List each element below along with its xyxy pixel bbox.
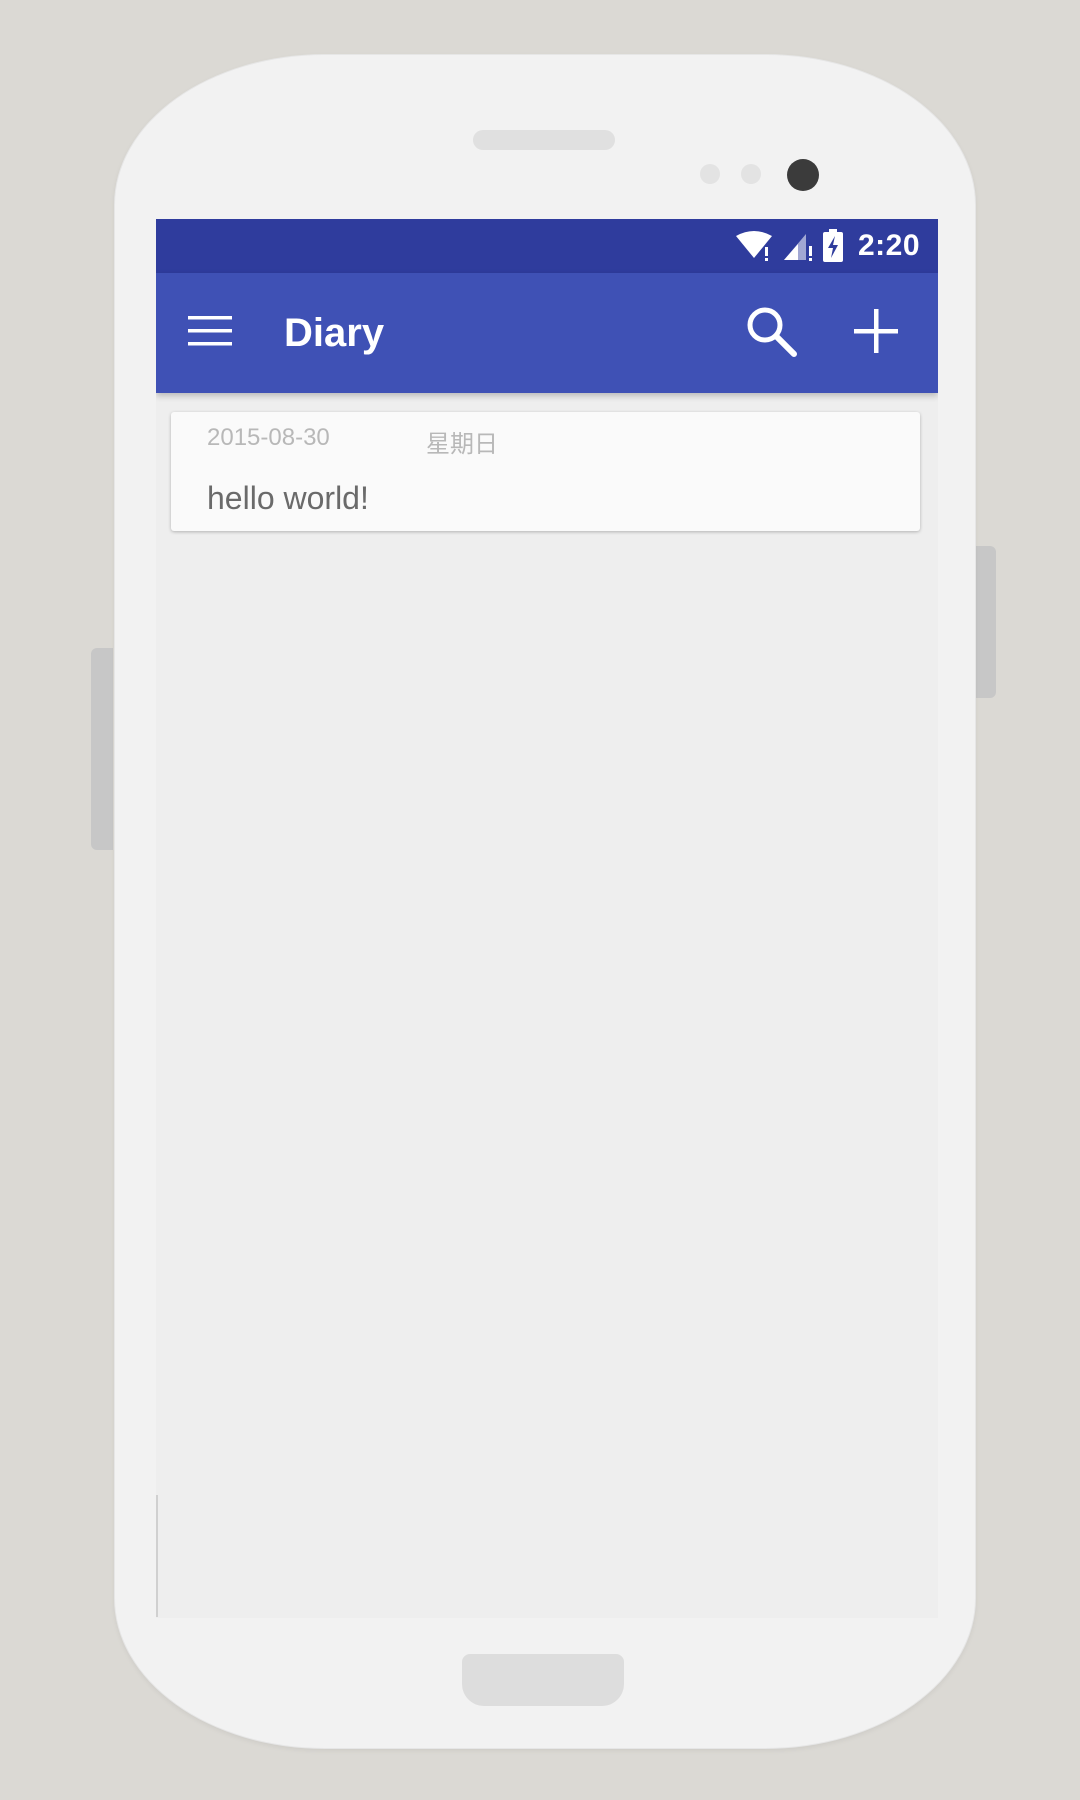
status-icons: 2:20 [734,219,920,273]
entry-date: 2015-08-30 [207,424,330,451]
device-stage: 2:20 Diary 2015-08-30 星期日 hello world! [0,0,1080,1800]
add-entry-button[interactable] [846,303,906,363]
entry-list: 2015-08-30 星期日 hello world! [156,393,938,1618]
menu-button[interactable] [184,307,236,359]
hamburger-menu-icon [188,315,232,351]
front-camera [787,159,819,191]
wifi-icon [734,230,774,262]
earpiece-speaker [473,130,615,150]
volume-button [91,648,113,850]
search-icon [744,304,798,363]
proximity-sensor [700,164,720,184]
search-button[interactable] [741,303,801,363]
entry-text: hello world! [207,480,369,516]
diary-entry-card[interactable]: 2015-08-30 星期日 hello world! [171,412,920,531]
device-screen: 2:20 Diary 2015-08-30 星期日 hello world! [156,219,938,1618]
app-toolbar: Diary [156,273,938,393]
page-title: Diary [284,311,385,355]
status-bar: 2:20 [156,219,938,273]
home-button [462,1654,624,1706]
battery-charging-icon [822,229,844,263]
add-icon [854,308,898,358]
light-sensor [741,164,761,184]
status-time: 2:20 [857,229,920,262]
power-button [976,546,996,698]
screen-edge-line [156,1495,158,1617]
entry-weekday: 星期日 [426,430,498,458]
cell-signal-icon [782,230,814,262]
